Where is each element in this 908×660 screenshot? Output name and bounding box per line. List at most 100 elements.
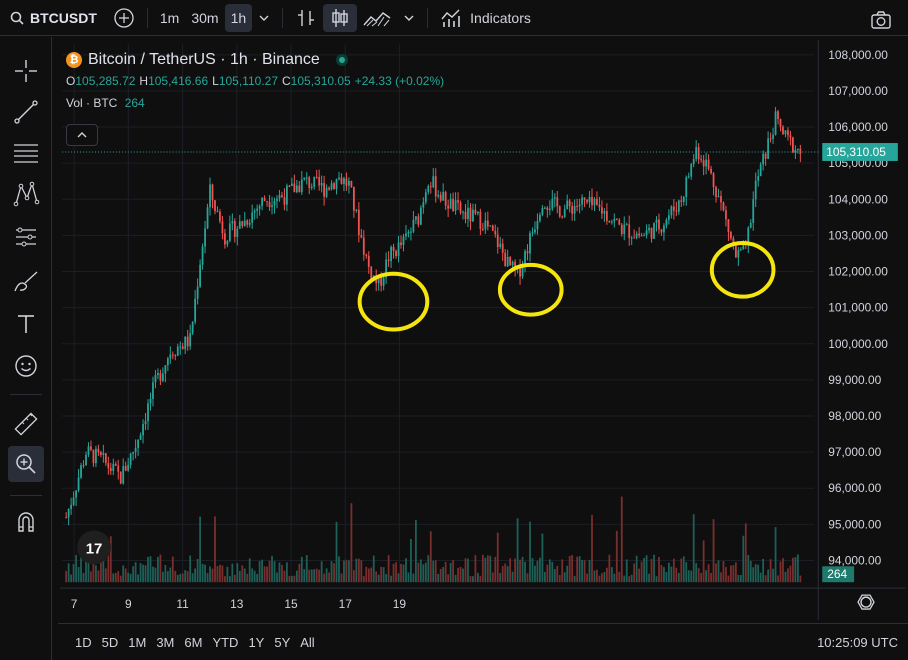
volume-bar	[226, 566, 229, 583]
volume-bar	[214, 516, 216, 583]
volume-bar	[206, 573, 209, 583]
candle-body	[82, 465, 85, 467]
symbol-title[interactable]: Bitcoin / TetherUS · 1h · Binance	[88, 51, 320, 69]
volume-bar	[462, 568, 464, 583]
candle-body	[563, 209, 566, 217]
settings-gear-icon[interactable]	[860, 596, 872, 608]
volume-bar	[774, 527, 777, 583]
candle-body	[462, 211, 464, 213]
volume-legend[interactable]: Vol · BTC 264	[66, 96, 448, 114]
candle-body	[387, 259, 390, 262]
candle-body	[481, 228, 484, 230]
volume-bar	[258, 561, 261, 583]
zoom-tool[interactable]	[8, 446, 44, 482]
add-symbol-button[interactable]	[107, 4, 141, 32]
candle-body	[712, 173, 715, 188]
collapse-legend-button[interactable]	[66, 124, 98, 146]
text-tool[interactable]	[8, 306, 44, 342]
volume-bar	[382, 567, 385, 583]
candle-body	[419, 207, 422, 225]
pattern-tool[interactable]	[8, 176, 44, 212]
clock[interactable]: 10:25:09 UTC	[817, 635, 898, 650]
volume-bar	[310, 569, 313, 583]
interval-1m[interactable]: 1m	[154, 4, 185, 32]
volume-bar	[300, 556, 303, 583]
candle-body	[682, 196, 685, 202]
candle-body	[477, 211, 479, 214]
brush-tool[interactable]	[8, 264, 44, 300]
volume-bar	[65, 570, 68, 583]
candle-body	[650, 227, 653, 239]
volume-bar	[638, 568, 641, 583]
interval-30m[interactable]: 30m	[185, 4, 224, 32]
volume-bar	[687, 570, 690, 583]
area-chart-type-button[interactable]	[357, 4, 397, 32]
volume-bar	[757, 564, 760, 583]
range-1m[interactable]: 1M	[123, 635, 151, 650]
candle-body	[412, 219, 415, 232]
volume-bar	[742, 535, 745, 583]
volume-bar	[114, 572, 117, 583]
range-ytd[interactable]: YTD	[207, 635, 243, 650]
candle-body	[787, 130, 789, 136]
volume-bar	[772, 568, 774, 583]
divider	[146, 7, 148, 28]
range-5y[interactable]: 5Y	[269, 635, 295, 650]
range-5d[interactable]: 5D	[97, 635, 124, 650]
candle-body	[469, 207, 472, 222]
symbol-search[interactable]: BTCUSDT	[0, 0, 107, 36]
bar-chart-type-button[interactable]	[289, 4, 323, 32]
volume-bar	[127, 572, 130, 583]
volume-bar	[695, 563, 698, 583]
candle-body	[752, 199, 755, 223]
indicators-button[interactable]: Indicators	[434, 4, 537, 32]
candle-body	[499, 243, 502, 247]
candle-body	[395, 250, 397, 257]
candle-body	[99, 452, 102, 455]
volume-bar	[199, 516, 201, 583]
volume-bar	[556, 565, 559, 583]
candle-body	[692, 159, 695, 165]
candle-body	[405, 233, 407, 237]
trendline-tool[interactable]	[8, 94, 44, 130]
ruler-tool[interactable]	[8, 406, 44, 442]
volume-bar	[658, 556, 660, 583]
magnet-tool[interactable]	[8, 504, 44, 540]
candle-body	[256, 208, 259, 211]
volume-bar	[521, 556, 524, 583]
range-1y[interactable]: 1Y	[243, 635, 269, 650]
crosshair-tool[interactable]	[8, 53, 44, 89]
volume-bar	[767, 569, 770, 583]
range-6m[interactable]: 6M	[179, 635, 207, 650]
volume-bar	[224, 576, 226, 583]
volume-bar	[273, 561, 276, 583]
candle-body	[209, 184, 211, 208]
candle-body	[605, 211, 608, 221]
volume-bar	[486, 555, 489, 583]
volume-bar	[95, 565, 97, 583]
volume-bar	[692, 514, 695, 583]
y-tick-label: 94,000.00	[828, 554, 881, 568]
candle-body	[194, 298, 197, 322]
interval-dropdown[interactable]	[252, 4, 276, 32]
interval-1h[interactable]: 1h	[224, 3, 253, 32]
volume-bar	[605, 567, 608, 583]
range-all[interactable]: All	[295, 635, 319, 650]
candle-body	[680, 200, 683, 202]
range-3m[interactable]: 3M	[151, 635, 179, 650]
volume-bar	[650, 558, 653, 583]
y-tick-label: 97,000.00	[828, 445, 881, 459]
range-1d[interactable]: 1D	[70, 635, 97, 650]
forecast-tool[interactable]	[8, 219, 44, 255]
candle-body	[541, 207, 544, 215]
candle-body	[551, 198, 554, 209]
candle-body	[343, 178, 345, 184]
fib-tool[interactable]	[8, 135, 44, 171]
chart-type-dropdown[interactable]	[397, 4, 421, 32]
screenshot-button[interactable]	[864, 6, 898, 34]
candle-body	[273, 201, 276, 206]
volume-bar	[578, 556, 581, 583]
candles-chart-type-button[interactable]	[323, 3, 358, 32]
price-chart[interactable]: 108,000.00107,000.00106,000.00105,000.00…	[58, 40, 908, 620]
emoji-tool[interactable]	[8, 348, 44, 384]
